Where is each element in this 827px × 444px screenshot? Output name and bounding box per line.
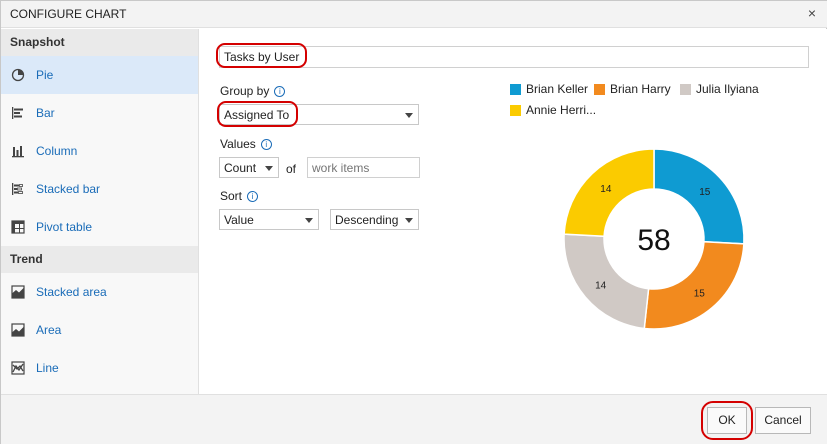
sidebar-item-label: Column [36,144,78,158]
area-chart-icon [11,323,25,337]
sidebar-item-bar[interactable]: Bar [1,94,198,132]
sort-direction-select[interactable]: Descending [330,209,419,230]
sort-by-select[interactable]: Value [219,209,319,230]
configure-chart-dialog: CONFIGURE CHART × Snapshot Pie Bar Colum… [0,0,827,444]
legend-label: Julia Ilyiana [696,82,759,96]
info-icon[interactable]: i [274,86,286,97]
values-label: Values i [220,137,272,151]
legend-label: Brian Keller [526,82,589,96]
sidebar-section-trend: Trend [1,246,198,273]
legend-swatch [510,105,521,116]
sidebar-item-label: Pie [36,68,54,82]
sidebar-item-label: Stacked area [36,285,107,299]
bar-chart-icon [12,107,23,119]
group-by-label-text: Group by [220,84,270,98]
info-icon[interactable]: i [247,191,259,202]
donut-total-label: 58 [637,224,670,257]
values-label-text: Values [220,137,256,151]
chart-type-sidebar: Snapshot Pie Bar Column Stacked bar Pivo… [1,29,199,394]
slice-value-label: 15 [694,288,706,299]
ok-button[interactable]: OK [707,407,747,434]
group-by-label: Group by i [220,84,286,98]
sidebar-item-column[interactable]: Column [1,132,198,170]
sidebar-item-area[interactable]: Area [1,311,198,349]
values-of-text: of [286,162,297,176]
close-icon[interactable]: × [804,5,820,21]
cancel-button[interactable]: Cancel [755,407,811,434]
legend-label: Annie Herri... [526,103,597,117]
legend-swatch [510,84,521,95]
donut-chart: 15 15 14 14 58 [563,148,745,330]
values-aggregate-select[interactable]: Count [219,157,279,178]
sort-label-text: Sort [220,189,243,203]
legend-swatch [594,84,605,95]
group-by-value: Assigned To [224,108,290,122]
sidebar-item-label: Pivot table [36,220,93,234]
sidebar-section-snapshot: Snapshot [1,29,198,56]
sidebar-item-line[interactable]: Line [1,349,198,387]
pie-chart-icon [11,68,25,82]
slice-value-label: 14 [595,280,607,291]
pie-slice[interactable] [563,233,650,330]
sidebar-item-label: Area [36,323,62,337]
sidebar-item-pivot-table[interactable]: Pivot table [1,208,198,246]
chart-title-input[interactable] [219,46,809,68]
info-icon[interactable]: i [260,139,272,150]
column-chart-icon [12,146,24,158]
group-by-select[interactable]: Assigned To [219,104,419,125]
sidebar-item-label: Bar [36,106,55,120]
stacked-bar-icon [12,183,23,195]
chevron-down-icon [405,218,413,223]
sidebar-item-stacked-bar[interactable]: Stacked bar [1,170,198,208]
line-chart-icon [11,361,25,375]
sidebar-item-stacked-area[interactable]: Stacked area [1,273,198,311]
pivot-table-icon [11,220,25,234]
stacked-area-icon [11,285,25,299]
values-aggregate-value: Count [224,161,257,175]
slice-value-label: 14 [600,184,612,195]
chevron-down-icon [265,166,273,171]
legend-label: Brian Harry [610,82,671,96]
sidebar-item-pie[interactable]: Pie [1,56,198,94]
sidebar-item-label: Line [36,361,59,375]
sort-by-value: Value [224,213,254,227]
sidebar-item-label: Stacked bar [36,182,101,196]
chevron-down-icon [405,113,413,118]
dialog-footer: OK Cancel [1,394,827,444]
legend-swatch [680,84,691,95]
dialog-titlebar: CONFIGURE CHART × [1,1,827,28]
chevron-down-icon [305,218,313,223]
dialog-title: CONFIGURE CHART [10,7,127,21]
values-field-input[interactable] [307,157,420,178]
slice-value-label: 15 [699,187,711,198]
sort-direction-value: Descending [335,213,399,227]
sort-label: Sort i [220,189,259,203]
chart-config-panel: Group byi Assigned To Valuesi Count of S… [200,29,827,394]
